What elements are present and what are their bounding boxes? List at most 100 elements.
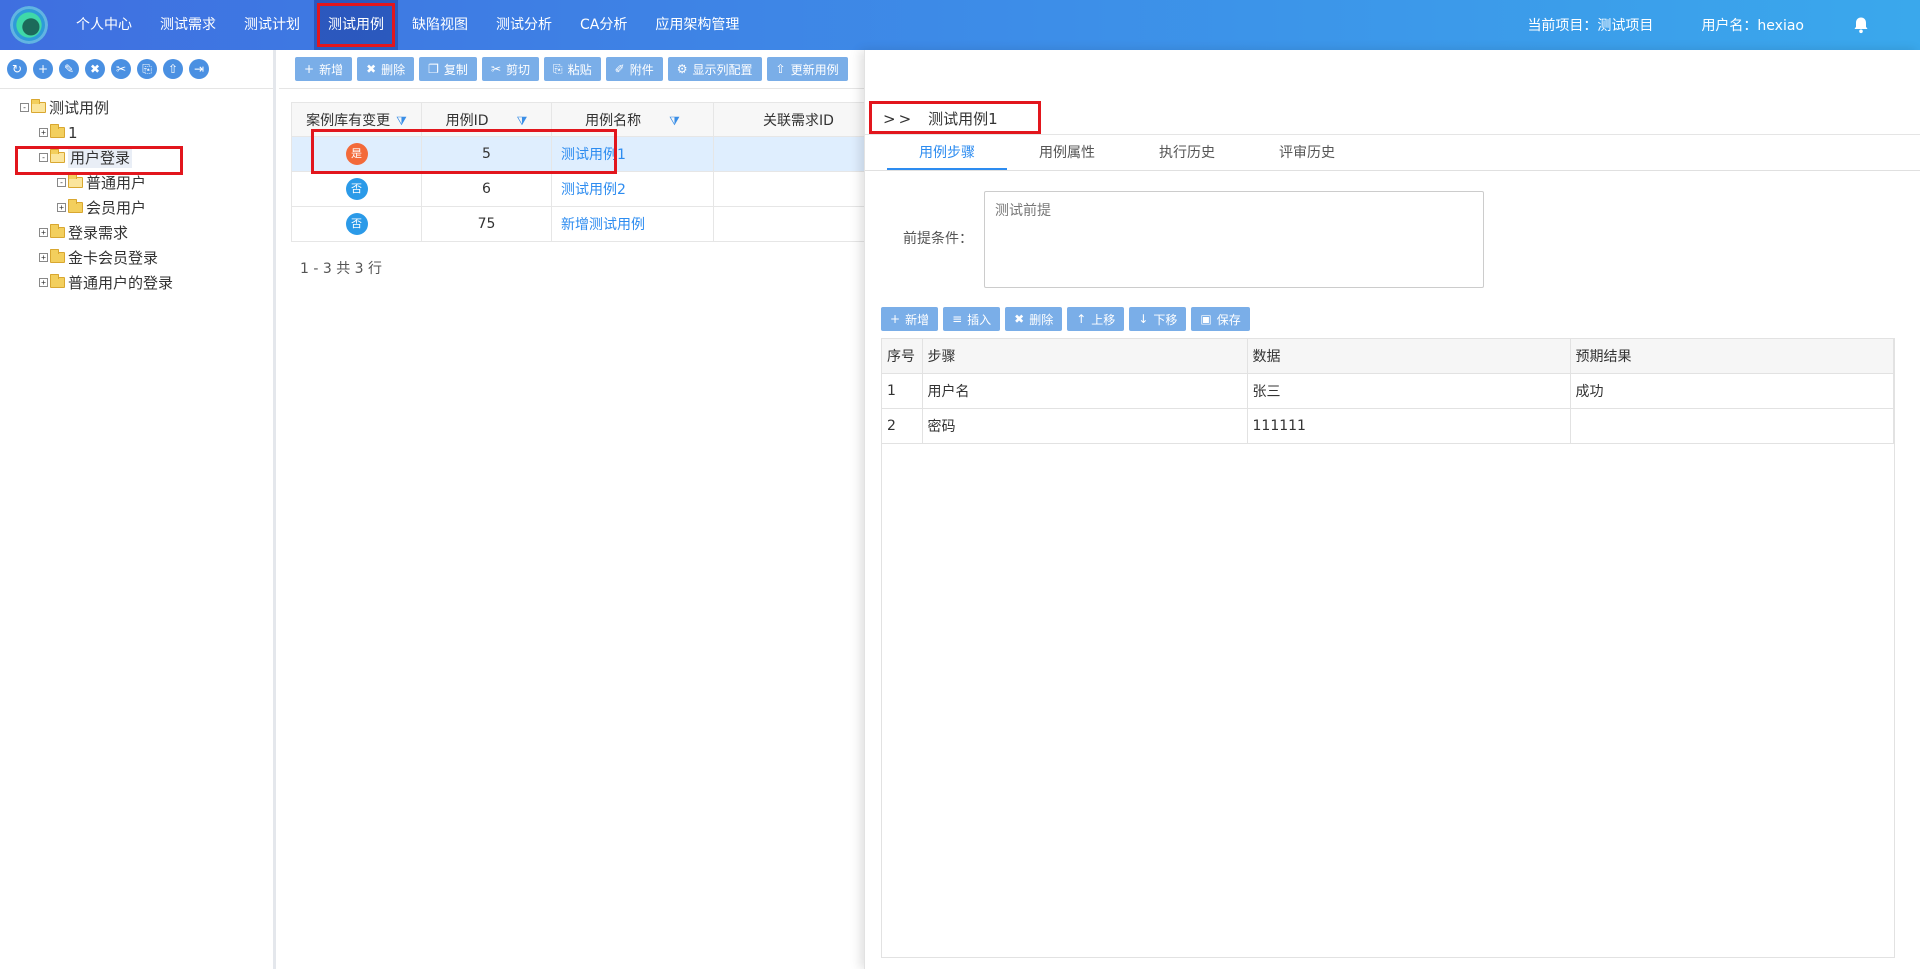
collapse-icon[interactable]: -	[57, 178, 66, 187]
delete-button[interactable]: ✖ 删除	[357, 57, 415, 81]
tree-node-user-login[interactable]: - 用户登录	[0, 145, 273, 170]
step-add-button[interactable]: + 新增	[881, 307, 939, 331]
col-header-changed[interactable]: 案例库有变更 ⧩	[291, 102, 422, 137]
column-config-button[interactable]: ⚙ 显示列配置	[667, 57, 762, 81]
filter-icon[interactable]: ⧩	[396, 114, 407, 128]
nav-personal-center[interactable]: 个人中心	[62, 0, 146, 50]
tree-node-login-requirement[interactable]: + 登录需求	[0, 220, 273, 245]
folder-icon	[50, 274, 65, 288]
col-header-name[interactable]: 用例名称 ⧩	[551, 102, 714, 137]
nav-defect-view[interactable]: 缺陷视图	[398, 0, 482, 50]
expand-icon[interactable]: +	[57, 203, 66, 212]
nav-test-analysis[interactable]: 测试分析	[482, 0, 566, 50]
col-header-label: 用例名称	[585, 112, 642, 129]
precondition-field[interactable]: 测试前提	[984, 191, 1484, 288]
table-row[interactable]: 1 用户名 张三 成功	[882, 373, 1894, 409]
step-text[interactable]: 密码	[922, 408, 1248, 444]
import-icon[interactable]: ⇥	[189, 59, 209, 79]
folder-icon	[68, 199, 83, 213]
case-grid: 案例库有变更 ⧩ 用例ID ⧩ 用例名称 ⧩ 关联需求ID 是 5 测试用例1 否 6…	[291, 102, 884, 242]
nav-test-plan[interactable]: 测试计划	[230, 0, 314, 50]
case-id: 6	[421, 171, 552, 207]
update-case-button[interactable]: ⇧ 更新用例	[766, 57, 848, 81]
clipboard-icon: ⎘	[553, 61, 563, 76]
changed-badge: 否	[345, 178, 368, 200]
step-data[interactable]: 张三	[1247, 373, 1571, 409]
cut-icon[interactable]: ✂	[111, 59, 131, 79]
col-header-label: 案例库有变更	[306, 112, 391, 129]
refresh-icon[interactable]: ↻	[7, 59, 27, 79]
edit-icon[interactable]: ✎	[59, 59, 79, 79]
nav-ca-analysis[interactable]: CA分析	[566, 0, 641, 50]
tree-node-member-user[interactable]: + 会员用户	[0, 195, 273, 220]
tree-node-gold-member-login[interactable]: + 金卡会员登录	[0, 245, 273, 270]
folder-icon	[50, 149, 65, 163]
filter-icon[interactable]: ⧩	[517, 114, 528, 128]
filter-icon[interactable]: ⧩	[669, 114, 680, 128]
breadcrumb-prefix: >>	[883, 110, 915, 128]
step-save-button[interactable]: ▣ 保存	[1191, 307, 1250, 331]
move-up-icon: ↑	[1076, 312, 1087, 326]
steps-table-container: 序号 步骤 数据 预期结果 1 用户名 张三 成功 2 密码 111111	[881, 338, 1895, 958]
tree-node-1[interactable]: + 1	[0, 120, 273, 145]
tree-node-normal-user[interactable]: - 普通用户	[0, 170, 273, 195]
folder-icon	[31, 99, 46, 113]
tree-node-label: 普通用户	[86, 174, 147, 192]
step-up-button[interactable]: ↑ 上移	[1067, 307, 1125, 331]
collapse-icon[interactable]: -	[20, 103, 29, 112]
top-navigation-bar: 个人中心 测试需求 测试计划 测试用例 缺陷视图 测试分析 CA分析 应用架构管…	[0, 0, 1920, 50]
step-text[interactable]: 用户名	[922, 373, 1248, 409]
paste-button[interactable]: ⎘ 粘贴	[544, 57, 601, 81]
step-delete-button[interactable]: ✖ 删除	[1005, 307, 1063, 331]
tree-node-normal-user-login[interactable]: + 普通用户的登录	[0, 270, 273, 295]
tab-case-properties[interactable]: 用例属性	[1007, 135, 1127, 170]
paste-icon[interactable]: ⎘	[137, 59, 157, 79]
attachment-button[interactable]: ✐ 附件	[605, 57, 663, 81]
delete-icon[interactable]: ✖	[85, 59, 105, 79]
scissors-icon: ✂	[490, 62, 501, 76]
step-up-label: 上移	[1091, 312, 1116, 327]
table-row[interactable]: 否 6 测试用例2	[291, 171, 884, 207]
case-name-link[interactable]: 新增测试用例	[551, 206, 714, 242]
upload-icon: ⇧	[775, 62, 786, 76]
case-name-link[interactable]: 测试用例2	[551, 171, 714, 207]
case-id: 5	[421, 136, 552, 172]
tree-node-root[interactable]: - 测试用例	[0, 95, 273, 120]
case-name-link[interactable]: 测试用例1	[551, 136, 714, 172]
expand-icon[interactable]: +	[39, 228, 48, 237]
expand-icon[interactable]: +	[39, 128, 48, 137]
nav-test-requirements[interactable]: 测试需求	[146, 0, 230, 50]
add-icon[interactable]: +	[33, 59, 53, 79]
step-data[interactable]: 111111	[1247, 408, 1571, 444]
table-row[interactable]: 否 75 新增测试用例	[291, 206, 884, 242]
table-row[interactable]: 是 5 测试用例1	[291, 136, 884, 172]
nav-test-cases[interactable]: 测试用例	[314, 0, 398, 50]
step-expected[interactable]	[1570, 408, 1894, 444]
username-label: 用户名：hexiao	[1701, 18, 1804, 34]
tab-execution-history[interactable]: 执行历史	[1127, 135, 1247, 170]
step-expected[interactable]: 成功	[1570, 373, 1894, 409]
tab-case-steps[interactable]: 用例步骤	[887, 135, 1007, 170]
trash-icon: ✖	[366, 62, 377, 76]
collapse-icon[interactable]: -	[39, 153, 48, 162]
nav-app-architecture[interactable]: 应用架构管理	[641, 0, 753, 50]
col-header-id[interactable]: 用例ID ⧩	[421, 102, 552, 137]
step-insert-button[interactable]: ≡ 插入	[943, 307, 1001, 331]
step-no: 1	[882, 373, 923, 409]
cut-button[interactable]: ✂ 剪切	[481, 57, 540, 81]
paste-button-label: 粘贴	[567, 62, 592, 77]
step-add-label: 新增	[905, 312, 930, 327]
col-header-req-id[interactable]: 关联需求ID	[713, 102, 884, 137]
left-tree-panel: ↻ + ✎ ✖ ✂ ⎘ ⇧ ⇥ - 测试用例 + 1 - 用户登录 - 普通用户	[0, 50, 276, 969]
tree-node-label: 会员用户	[86, 199, 147, 217]
export-icon[interactable]: ⇧	[163, 59, 183, 79]
copy-button[interactable]: ❐ 复制	[419, 57, 477, 81]
tab-review-history[interactable]: 评审历史	[1247, 135, 1367, 170]
add-button[interactable]: + 新增	[295, 57, 353, 81]
expand-icon[interactable]: +	[39, 278, 48, 287]
step-down-button[interactable]: ↓ 下移	[1129, 307, 1187, 331]
table-row[interactable]: 2 密码 111111	[882, 408, 1894, 444]
folder-icon	[50, 224, 65, 238]
bell-icon[interactable]	[1852, 16, 1870, 34]
expand-icon[interactable]: +	[39, 253, 48, 262]
